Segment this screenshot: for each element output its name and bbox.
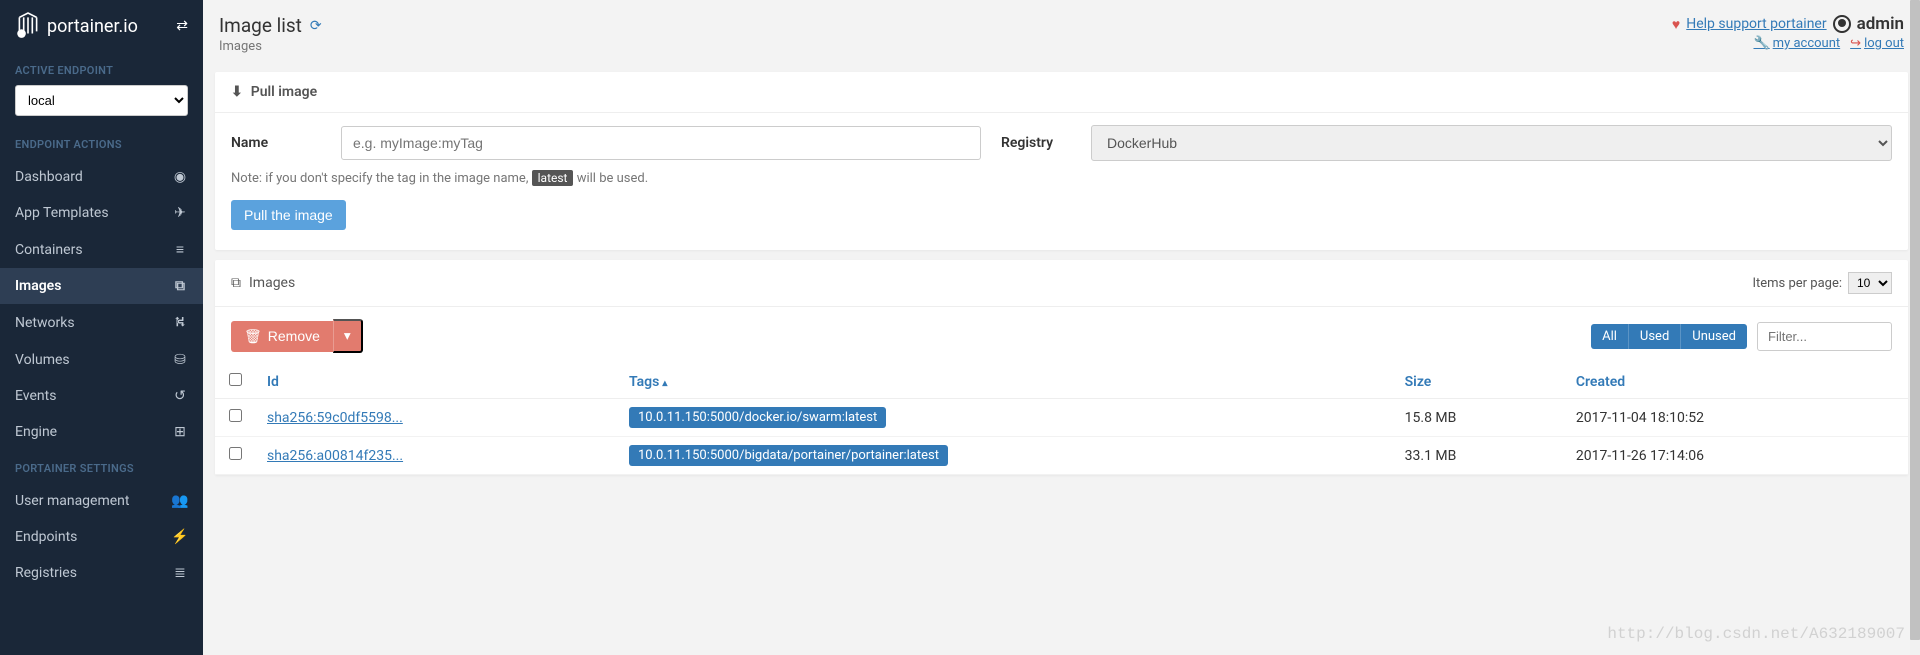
col-size[interactable]: Size (1393, 365, 1564, 399)
refresh-icon[interactable]: ⟳ (310, 18, 322, 34)
filter-all[interactable]: All (1591, 324, 1629, 349)
logo-text: portainer.io (47, 16, 138, 37)
page-header: Image list ⟳ Images ♥ Help support porta… (215, 10, 1908, 62)
row-checkbox[interactable] (229, 409, 242, 422)
list-icon: ≡ (172, 241, 188, 258)
image-id-link[interactable]: sha256:59c0df5598... (267, 410, 403, 426)
table-row: sha256:59c0df5598... 10.0.11.150:5000/do… (215, 399, 1908, 437)
rocket-icon: ✈ (172, 205, 188, 221)
endpoint-actions-label: ENDPOINT ACTIONS (0, 126, 203, 159)
pull-image-header: ⬇ Pull image (215, 72, 1908, 113)
scrollbar[interactable] (1910, 0, 1920, 655)
name-label: Name (231, 135, 321, 151)
registry-label: Registry (1001, 135, 1071, 151)
registry-select[interactable]: DockerHub (1091, 125, 1892, 161)
logo-area: portainer.io ⇄ (0, 0, 203, 52)
plug-icon: ⚡ (172, 529, 188, 545)
pull-image-button[interactable]: Pull the image (231, 200, 346, 230)
created-cell: 2017-11-04 18:10:52 (1564, 399, 1908, 437)
trash-icon: 🗑 (244, 328, 262, 345)
sidebar-item-volumes[interactable]: Volumes ⛁ (0, 342, 203, 378)
active-endpoint-label: ACTIVE ENDPOINT (0, 52, 203, 85)
pull-image-panel: ⬇ Pull image Name Registry DockerHub Not… (215, 72, 1908, 250)
filter-input[interactable] (1757, 322, 1892, 351)
endpoint-select[interactable]: local (15, 85, 188, 116)
breadcrumb: Images (219, 39, 322, 54)
sidebar-item-engine[interactable]: Engine ⊞ (0, 414, 203, 450)
dashboard-icon: ◉ (172, 169, 188, 185)
grid-icon: ⊞ (172, 424, 188, 440)
sidebar-item-templates[interactable]: App Templates ✈ (0, 195, 203, 231)
tag-badge: 10.0.11.150:5000/bigdata/portainer/porta… (629, 445, 948, 466)
col-tags[interactable]: Tags▴ (617, 365, 1393, 399)
sidebar-item-registries[interactable]: Registries ≣ (0, 555, 203, 591)
portainer-settings-label: PORTAINER SETTINGS (0, 450, 203, 483)
avatar-icon (1833, 15, 1851, 33)
images-toolbar: 🗑 Remove ▾ All Used Unused (215, 307, 1908, 365)
image-id-link[interactable]: sha256:a00814f235... (267, 448, 403, 464)
history-icon: ↺ (172, 388, 188, 404)
images-panel: ⧉ Images Items per page: 10 🗑 Remove ▾ (215, 260, 1908, 475)
images-table: Id Tags▴ Size Created sha256:59c0df5598.… (215, 365, 1908, 475)
page-title: Image list (219, 14, 302, 37)
wrench-icon: 🔧 (1753, 36, 1769, 51)
col-id[interactable]: Id (255, 365, 617, 399)
remove-dropdown-toggle[interactable]: ▾ (333, 319, 363, 353)
col-created[interactable]: Created (1564, 365, 1908, 399)
sidebar-item-endpoints[interactable]: Endpoints ⚡ (0, 519, 203, 555)
sidebar-item-events[interactable]: Events ↺ (0, 378, 203, 414)
logout-link[interactable]: ↪log out (1850, 36, 1904, 51)
sidebar: portainer.io ⇄ ACTIVE ENDPOINT local END… (0, 0, 203, 655)
size-cell: 15.8 MB (1393, 399, 1564, 437)
created-cell: 2017-11-26 17:14:06 (1564, 437, 1908, 475)
my-account-link[interactable]: 🔧my account (1753, 36, 1840, 51)
items-per-page: Items per page: 10 (1752, 272, 1892, 294)
sidebar-item-containers[interactable]: Containers ≡ (0, 231, 203, 268)
items-per-page-select[interactable]: 10 (1848, 272, 1892, 294)
sort-asc-icon: ▴ (662, 378, 667, 389)
database-icon: ⛁ (172, 352, 188, 368)
swap-icon[interactable]: ⇄ (176, 18, 188, 34)
filter-pills: All Used Unused (1591, 324, 1747, 349)
user-chip: admin (1833, 14, 1904, 34)
size-cell: 33.1 MB (1393, 437, 1564, 475)
logo[interactable]: portainer.io (15, 12, 138, 40)
tag-note: Note: if you don't specify the tag in th… (231, 171, 1892, 186)
remove-button[interactable]: 🗑 Remove (231, 321, 333, 352)
sidebar-item-dashboard[interactable]: Dashboard ◉ (0, 159, 203, 195)
support-link[interactable]: Help support portainer (1686, 16, 1826, 32)
users-icon: 👥 (172, 493, 188, 509)
portainer-logo-icon (15, 12, 41, 40)
user-name: admin (1857, 14, 1904, 34)
sitemap-icon: ⛕ (172, 314, 188, 332)
sidebar-item-images[interactable]: Images ⧉ (0, 268, 203, 304)
clone-icon: ⧉ (231, 275, 241, 291)
stack-icon: ≣ (172, 565, 188, 581)
images-header: ⧉ Images Items per page: 10 (215, 260, 1908, 307)
select-all-checkbox[interactable] (229, 373, 242, 386)
filter-unused[interactable]: Unused (1681, 324, 1747, 349)
signout-icon: ↪ (1850, 36, 1861, 51)
image-name-input[interactable] (341, 126, 981, 160)
sidebar-item-users[interactable]: User management 👥 (0, 483, 203, 519)
clone-icon: ⧉ (172, 278, 188, 294)
download-icon: ⬇ (231, 84, 243, 100)
tag-badge: 10.0.11.150:5000/docker.io/swarm:latest (629, 407, 886, 428)
chevron-down-icon: ▾ (344, 328, 351, 343)
main-content: Image list ⟳ Images ♥ Help support porta… (203, 0, 1920, 655)
heart-icon: ♥ (1672, 16, 1680, 33)
table-row: sha256:a00814f235... 10.0.11.150:5000/bi… (215, 437, 1908, 475)
latest-badge: latest (532, 170, 574, 186)
row-checkbox[interactable] (229, 447, 242, 460)
filter-used[interactable]: Used (1629, 324, 1681, 349)
sidebar-item-networks[interactable]: Networks ⛕ (0, 304, 203, 342)
